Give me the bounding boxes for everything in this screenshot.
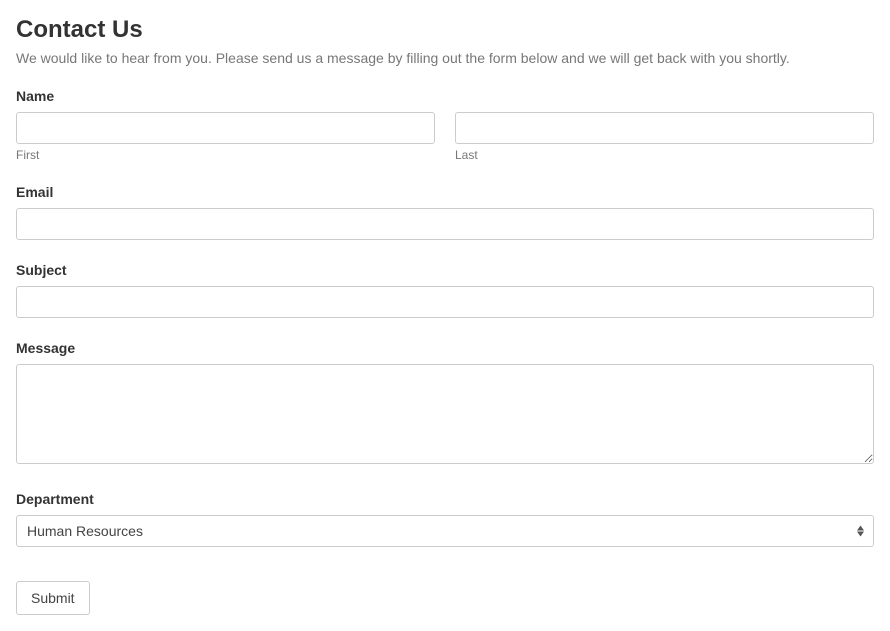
contact-form: Name First Last Email Subject Message De… <box>16 88 874 615</box>
first-name-col: First <box>16 112 435 162</box>
submit-button[interactable]: Submit <box>16 581 90 615</box>
intro-text: We would like to hear from you. Please s… <box>16 50 874 66</box>
department-select[interactable]: Human Resources <box>16 515 874 547</box>
page-title: Contact Us <box>16 16 874 44</box>
name-row: First Last <box>16 112 874 162</box>
subject-input[interactable] <box>16 286 874 318</box>
message-label: Message <box>16 340 874 356</box>
first-name-input[interactable] <box>16 112 435 144</box>
last-name-sublabel: Last <box>455 148 874 162</box>
message-textarea[interactable] <box>16 364 874 464</box>
subject-field-group: Subject <box>16 262 874 318</box>
name-field-group: Name First Last <box>16 88 874 162</box>
department-field-group: Department Human Resources <box>16 491 874 547</box>
email-field-group: Email <box>16 184 874 240</box>
last-name-col: Last <box>455 112 874 162</box>
name-label: Name <box>16 88 874 104</box>
message-field-group: Message <box>16 340 874 469</box>
subject-label: Subject <box>16 262 874 278</box>
email-input[interactable] <box>16 208 874 240</box>
department-label: Department <box>16 491 874 507</box>
last-name-input[interactable] <box>455 112 874 144</box>
first-name-sublabel: First <box>16 148 435 162</box>
department-select-wrapper: Human Resources <box>16 515 874 547</box>
email-label: Email <box>16 184 874 200</box>
